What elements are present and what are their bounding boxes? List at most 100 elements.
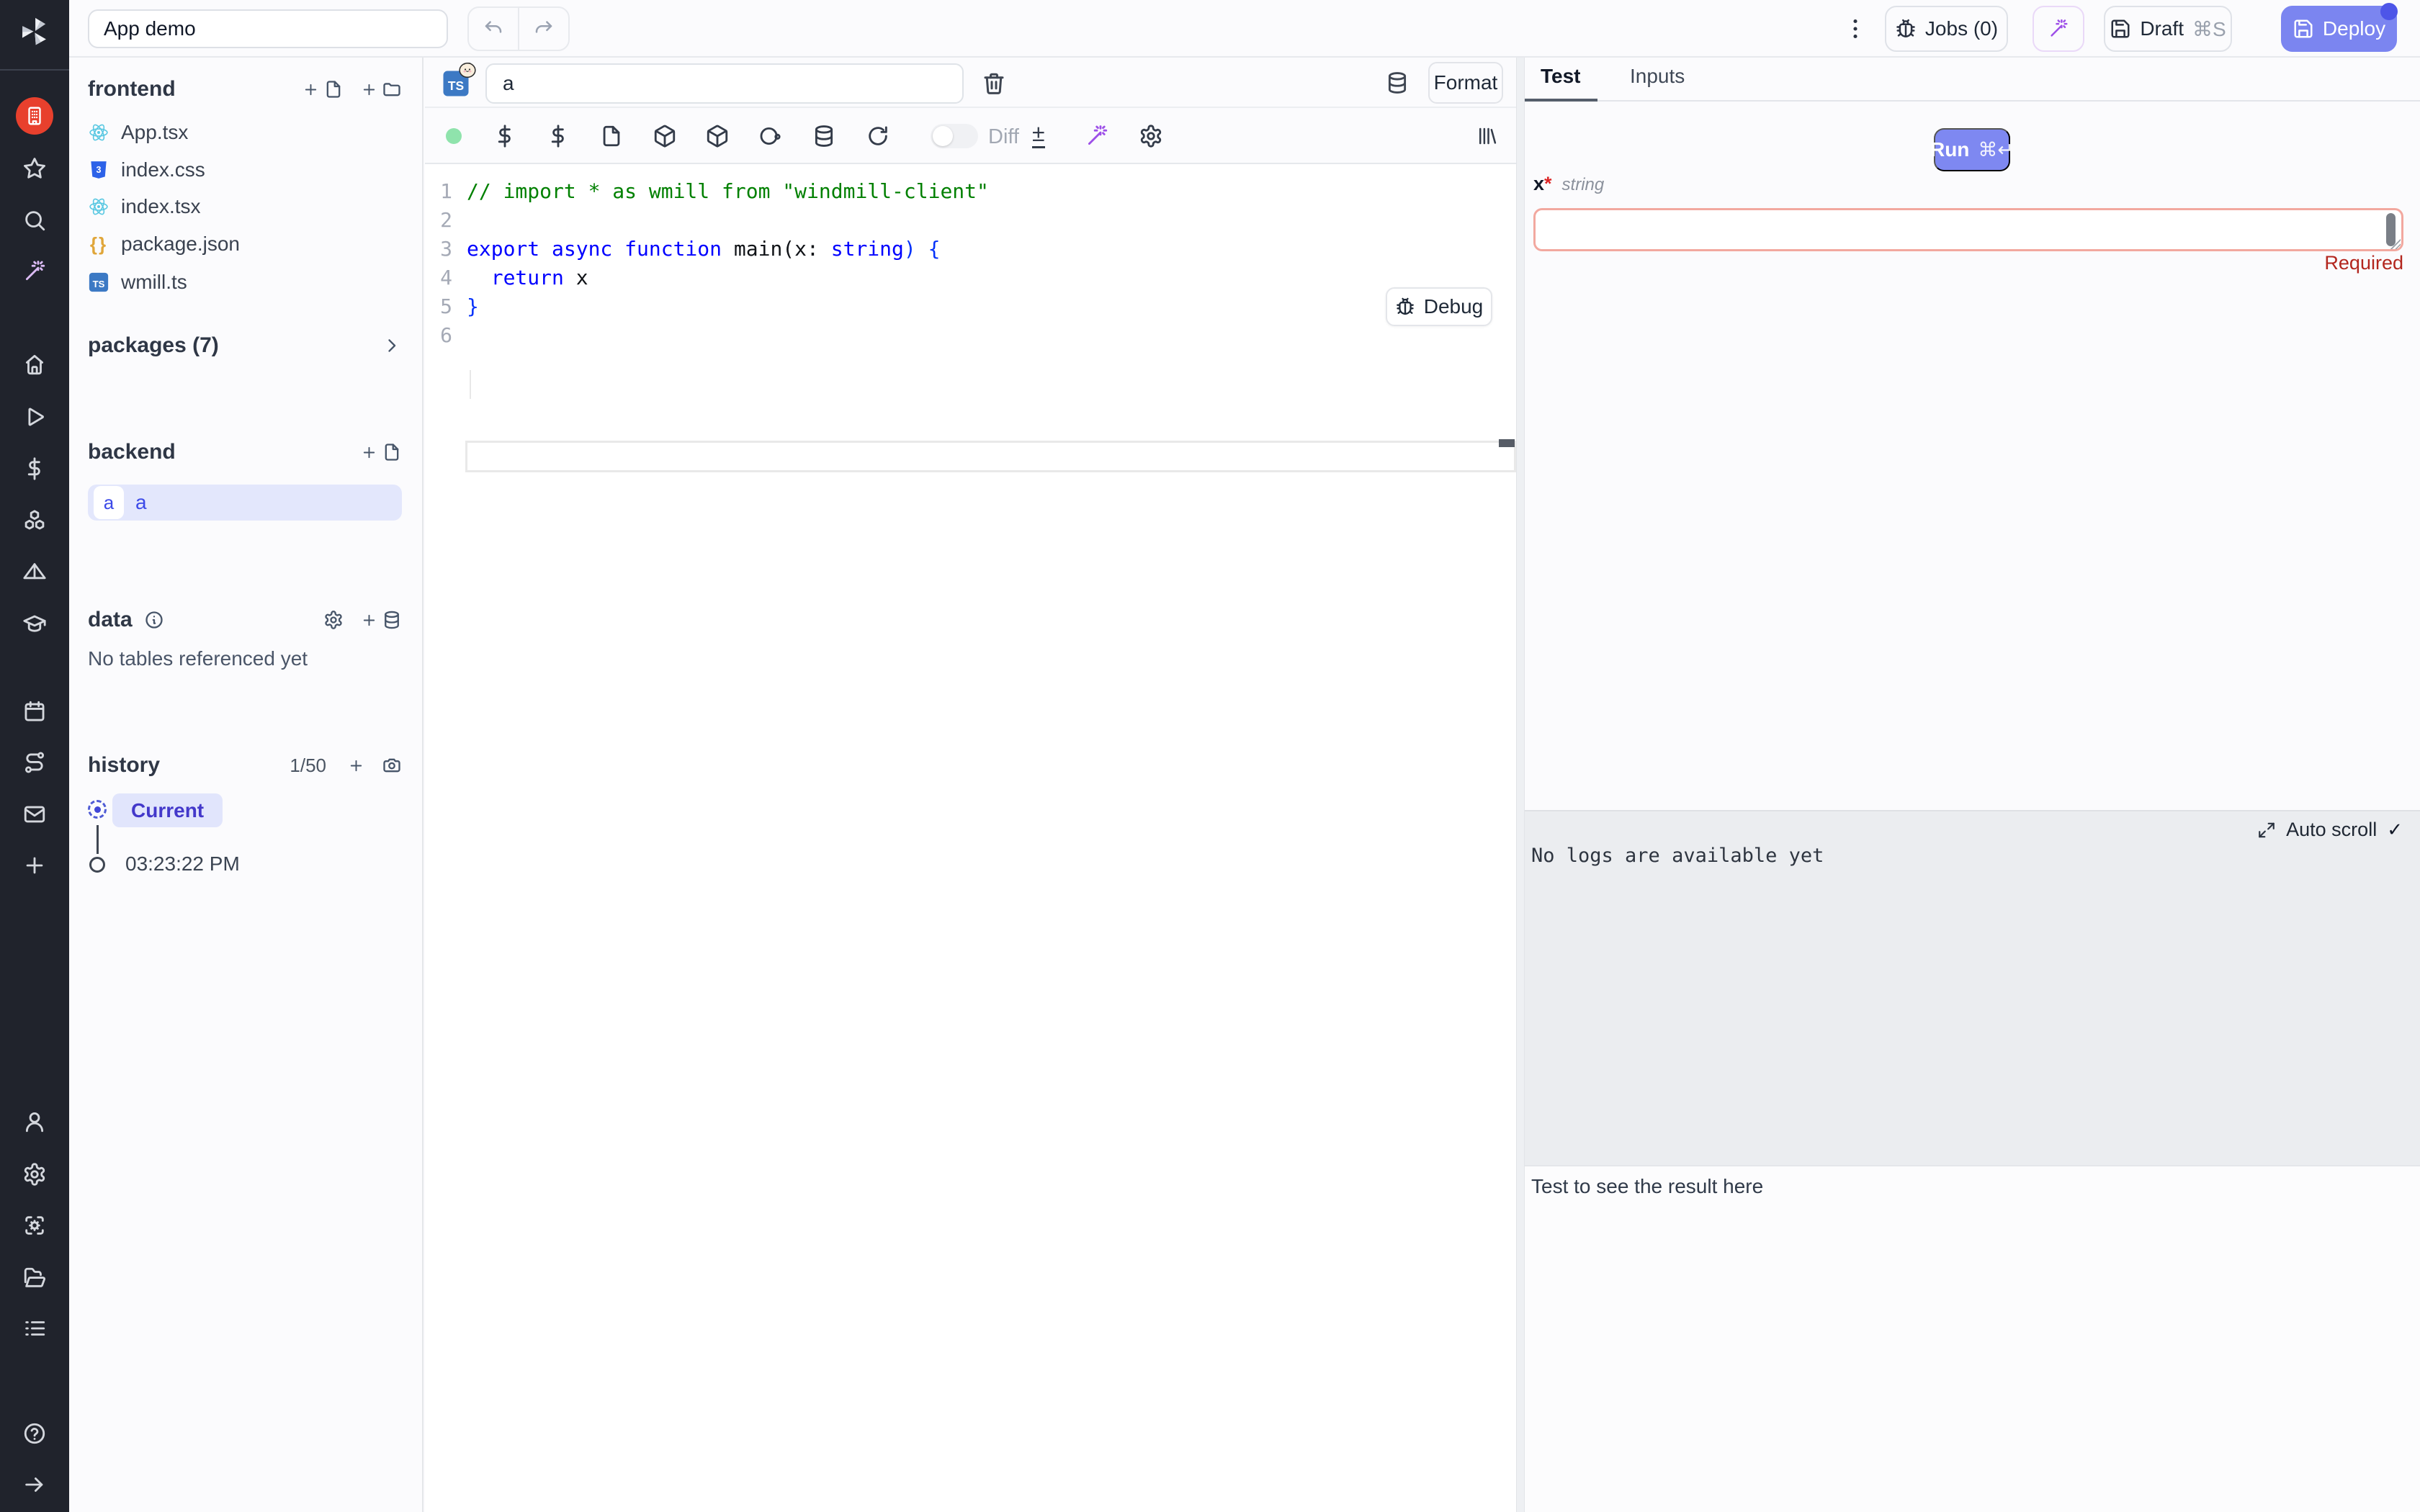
windmill-logo-icon[interactable] (19, 16, 50, 48)
expand-icon[interactable] (2257, 821, 2276, 840)
expand-sidebar-button[interactable] (17, 1467, 52, 1502)
runs-nav-item[interactable] (17, 400, 52, 434)
code-lines: 1// import * as wmill from "windmill-cli… (425, 177, 1516, 350)
magic-wand-icon (22, 259, 47, 284)
routes-nav-item[interactable] (17, 745, 52, 780)
package-icon[interactable] (653, 124, 677, 148)
line-number: 1 (425, 177, 467, 206)
route-icon (22, 750, 47, 775)
chevron-right-icon (382, 336, 402, 356)
code-line[interactable]: 4 return x (425, 264, 1516, 292)
data-section-header: data (88, 607, 402, 633)
redo-button[interactable] (518, 8, 568, 50)
user-nav-item[interactable] (17, 1104, 52, 1139)
debug-button[interactable]: Debug (1386, 287, 1492, 326)
database-icon[interactable] (812, 124, 836, 148)
file-label: package.json (121, 233, 240, 256)
package-icon[interactable] (705, 124, 730, 148)
format-button[interactable]: Format (1428, 62, 1503, 104)
file-item-index-css[interactable]: 3 index.css (88, 151, 402, 189)
deploy-label: Deploy (2323, 17, 2385, 40)
file-item-package-json[interactable]: {} package.json (88, 225, 402, 263)
more-menu-button[interactable] (1842, 12, 1868, 46)
script-name-input[interactable] (485, 63, 964, 104)
plus-minus-icon[interactable]: ± (1032, 121, 1045, 148)
delete-script-button[interactable] (981, 71, 1007, 96)
required-error-label: Required (2324, 252, 2403, 274)
script-file-icon[interactable] (599, 124, 624, 148)
ai-nav-item[interactable] (17, 254, 52, 289)
history-snapshot-marker[interactable] (89, 857, 105, 873)
code-editor[interactable]: 1// import * as wmill from "windmill-cli… (425, 164, 1516, 1512)
history-current-badge[interactable]: Current (112, 793, 223, 827)
code-line[interactable]: 3export async function main(x: string) { (425, 235, 1516, 264)
variables-dollar-icon[interactable] (493, 124, 517, 148)
resources-dollar-icon[interactable] (546, 124, 570, 148)
line-number: 2 (425, 206, 467, 235)
undo-button[interactable] (469, 8, 518, 50)
add-table-button[interactable] (361, 610, 402, 630)
instance-settings-nav-item[interactable] (17, 1208, 52, 1243)
deploy-button[interactable]: Deploy (2281, 6, 2397, 52)
packages-section-toggle[interactable]: packages (7) (88, 333, 402, 359)
reload-icon[interactable] (866, 124, 890, 148)
plus-icon[interactable] (348, 757, 364, 774)
code-line[interactable]: 5} (425, 292, 1516, 321)
run-button[interactable]: Run ⌘↵ (1934, 128, 2010, 171)
learn-nav-item[interactable] (17, 606, 52, 641)
jobs-button[interactable]: Jobs (0) (1885, 6, 2008, 52)
resources-nav-item[interactable] (17, 504, 52, 539)
file-item-wmill-ts[interactable]: TS wmill.ts (88, 264, 402, 301)
file-item-index-tsx[interactable]: index.tsx (88, 188, 402, 225)
user-icon (22, 1110, 47, 1134)
code-line[interactable]: 1// import * as wmill from "windmill-cli… (425, 177, 1516, 206)
ai-wand-icon[interactable] (1085, 124, 1109, 148)
favorites-nav-item[interactable] (17, 151, 52, 186)
variables-nav-item[interactable] (17, 451, 52, 486)
server-cog-icon (22, 1213, 47, 1238)
tab-test[interactable]: Test (1541, 65, 1581, 88)
line-number: 3 (425, 235, 467, 264)
mail-nav-item[interactable] (17, 797, 52, 832)
rail-divider (0, 69, 69, 71)
current-app-button[interactable] (16, 97, 53, 135)
file-item-app-tsx[interactable]: App.tsx (88, 114, 402, 151)
add-nav-item[interactable] (17, 848, 52, 883)
history-section-header: history 1/50 (88, 752, 402, 778)
tab-inputs[interactable]: Inputs (1630, 65, 1685, 88)
svg-text:TS: TS (93, 279, 105, 289)
history-timestamp[interactable]: 03:23:22 PM (125, 852, 240, 876)
bug-icon (1395, 297, 1415, 317)
argument-x-input[interactable] (1533, 208, 2403, 251)
code-line[interactable]: 2 (425, 206, 1516, 235)
add-backend-script-button[interactable] (361, 442, 402, 462)
data-settings-gear-icon[interactable] (323, 610, 344, 630)
code-line[interactable]: 6 (425, 321, 1516, 350)
mail-icon (22, 802, 47, 827)
panel-resize-handle[interactable] (1516, 58, 1525, 1512)
help-nav-item[interactable] (17, 1416, 52, 1451)
diff-toggle[interactable] (931, 124, 978, 148)
info-icon[interactable] (144, 610, 164, 630)
auto-scroll-control[interactable]: Auto scroll ✓ (2257, 819, 2403, 841)
backend-script-item-selected[interactable]: a a (88, 485, 402, 521)
textarea-resize-handle[interactable] (2390, 239, 2401, 249)
list-nav-item[interactable] (17, 1311, 52, 1346)
editor-settings-gear-icon[interactable] (1139, 124, 1163, 148)
add-folder-button[interactable] (361, 79, 402, 99)
save-draft-button[interactable]: Draft ⌘S (2104, 6, 2232, 52)
search-nav-item[interactable] (17, 203, 52, 238)
svg-text:TS: TS (448, 78, 464, 93)
folders-nav-item[interactable] (17, 1261, 52, 1295)
home-nav-item[interactable] (17, 347, 52, 382)
database-icon[interactable] (1385, 71, 1410, 95)
ai-assistant-button[interactable] (2033, 6, 2084, 52)
lasso-icon[interactable] (758, 124, 782, 148)
schedules-nav-item[interactable] (17, 694, 52, 729)
camera-icon[interactable] (382, 755, 402, 775)
triggers-nav-item[interactable] (17, 555, 52, 590)
app-name-input[interactable] (88, 9, 448, 48)
workspace-settings-nav-item[interactable] (17, 1157, 52, 1192)
library-icon[interactable] (1476, 125, 1497, 147)
add-file-button[interactable] (302, 79, 344, 99)
